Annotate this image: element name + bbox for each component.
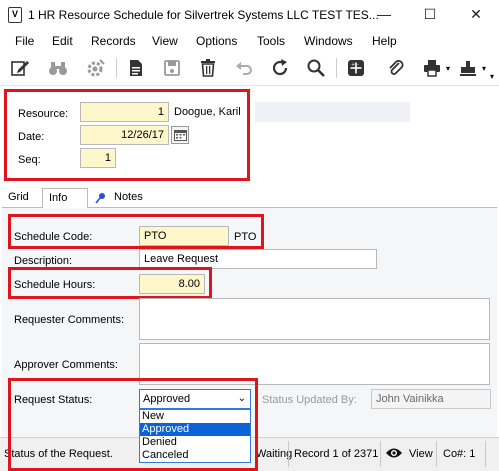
calculator-icon[interactable]: + - xyxy=(344,56,368,80)
toolbar-separator xyxy=(116,58,117,78)
tab-notes[interactable]: Notes xyxy=(108,188,149,208)
svg-text:-: - xyxy=(357,62,359,68)
status-separator xyxy=(485,441,486,467)
tab-grid[interactable]: Grid xyxy=(2,188,35,208)
schedule-hours-highlight-box xyxy=(8,267,212,299)
header-highlight-box xyxy=(4,89,250,181)
edit-icon[interactable] xyxy=(8,56,32,80)
request-status-highlight-box xyxy=(8,378,258,471)
window-title: 1 HR Resource Schedule for Silvertrek Sy… xyxy=(28,8,379,22)
maximize-button[interactable]: ☐ xyxy=(407,0,453,30)
print-icon[interactable] xyxy=(420,56,444,80)
document-icon[interactable] xyxy=(124,56,148,80)
title-bar: V 1 HR Resource Schedule for Silvertrek … xyxy=(0,0,499,30)
tab-info[interactable]: Info xyxy=(42,188,88,208)
svg-text:+: + xyxy=(351,62,355,68)
status-updated-by-field: John Vainikka xyxy=(371,389,491,409)
description-field[interactable]: Leave Request xyxy=(139,249,377,269)
schedule-code-highlight-box xyxy=(8,214,264,249)
overflow-icon[interactable]: ▾ xyxy=(490,72,494,81)
requester-comments-field[interactable] xyxy=(139,298,490,340)
toolbar-separator xyxy=(336,58,337,78)
chevron-down-icon[interactable]: ▾ xyxy=(482,64,486,73)
undo-icon[interactable] xyxy=(232,56,256,80)
menu-file[interactable]: File xyxy=(15,34,34,48)
menu-bar: File Edit Records View Options Tools Win… xyxy=(0,30,499,52)
status-view[interactable]: View xyxy=(409,448,433,460)
description-label: Description: xyxy=(14,255,73,267)
minimize-button[interactable]: — xyxy=(361,0,407,30)
menu-options[interactable]: Options xyxy=(196,34,237,48)
status-company: Co#: 1 xyxy=(443,448,476,460)
requester-comments-label: Requester Comments: xyxy=(14,314,125,326)
toolbar: + - ▾ ▾ ▾ xyxy=(0,52,499,86)
save-icon[interactable] xyxy=(160,56,184,80)
gear-icon[interactable] xyxy=(84,56,108,80)
eye-icon[interactable] xyxy=(385,446,403,463)
binoculars-icon[interactable] xyxy=(46,56,70,80)
chevron-down-icon[interactable]: ▾ xyxy=(446,64,450,73)
menu-records[interactable]: Records xyxy=(91,34,136,48)
status-separator xyxy=(436,441,437,467)
status-separator xyxy=(380,441,381,467)
approver-comments-label: Approver Comments: xyxy=(14,359,118,371)
menu-tools[interactable]: Tools xyxy=(257,34,285,48)
status-separator xyxy=(288,441,289,467)
trash-icon[interactable] xyxy=(196,56,220,80)
header-strip xyxy=(255,102,410,122)
menu-windows[interactable]: Windows xyxy=(304,34,353,48)
status-updated-by-label: Status Updated By: xyxy=(262,394,357,406)
app-icon: V xyxy=(8,7,22,23)
status-waiting: Waiting xyxy=(256,448,293,460)
status-record: Record 1 of 2371 xyxy=(294,448,379,460)
pin-icon xyxy=(95,192,107,207)
menu-edit[interactable]: Edit xyxy=(52,34,73,48)
menu-view[interactable]: View xyxy=(152,34,178,48)
search-icon[interactable] xyxy=(304,56,328,80)
refresh-icon[interactable] xyxy=(268,56,292,80)
paperclip-icon[interactable] xyxy=(384,56,408,80)
menu-help[interactable]: Help xyxy=(372,34,397,48)
close-button[interactable]: ✕ xyxy=(453,0,499,30)
stamp-icon[interactable] xyxy=(456,56,480,80)
